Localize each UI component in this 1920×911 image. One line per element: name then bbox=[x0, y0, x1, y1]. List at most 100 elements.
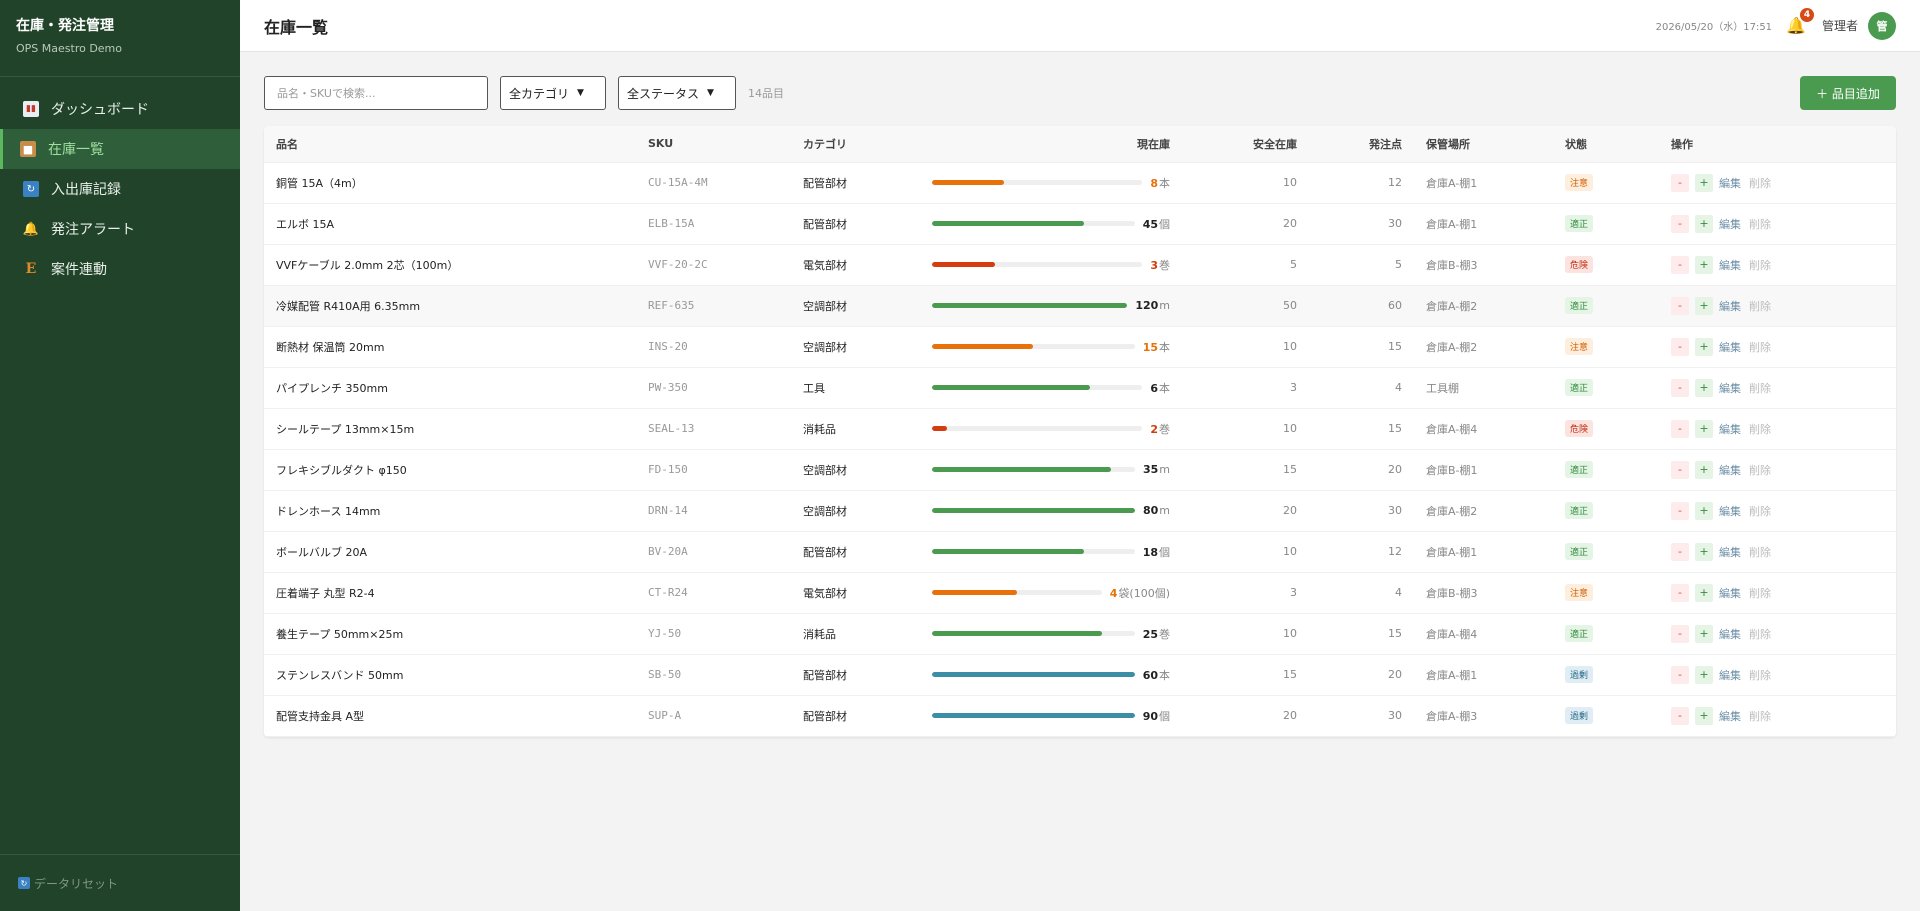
delete-button[interactable]: 削除 bbox=[1749, 216, 1771, 232]
edit-button[interactable]: 編集 bbox=[1719, 667, 1741, 683]
table-row[interactable]: シールテープ 13mm×15m SEAL-13 消耗品 2巻 10 15 倉庫A-棚4 危険 -… bbox=[264, 408, 1896, 450]
delete-button[interactable]: 削除 bbox=[1749, 339, 1771, 355]
decrease-stock-button[interactable]: - bbox=[1671, 460, 1689, 479]
delete-button[interactable]: 削除 bbox=[1749, 503, 1771, 519]
increase-stock-button[interactable]: + bbox=[1695, 214, 1713, 233]
col-header-name[interactable]: 品名 bbox=[264, 126, 636, 163]
sidebar-item-dashboard[interactable]: ▮▮ ダッシュボード bbox=[0, 89, 240, 129]
item-status: 過剰 bbox=[1553, 654, 1659, 696]
col-header-location[interactable]: 保管場所 bbox=[1414, 126, 1553, 163]
notification-button[interactable]: 🔔 4 bbox=[1786, 8, 1814, 35]
item-stock: 90個 bbox=[920, 695, 1182, 737]
sidebar-item-stock-log[interactable]: ↻ 入出庫記録 bbox=[0, 169, 240, 209]
item-stock: 15本 bbox=[920, 326, 1182, 368]
increase-stock-button[interactable]: + bbox=[1695, 583, 1713, 602]
category-select[interactable]: 全カテゴリ ▼ bbox=[500, 76, 606, 110]
table-row[interactable]: 配管支持金具 A型 SUP-A 配管部材 90個 20 30 倉庫A-棚3 過剰 - + 編集 削除 bbox=[264, 695, 1896, 737]
edit-button[interactable]: 編集 bbox=[1719, 503, 1741, 519]
edit-button[interactable]: 編集 bbox=[1719, 216, 1741, 232]
status-select[interactable]: 全ステータス ▼ bbox=[618, 76, 736, 110]
col-header-safety[interactable]: 安全在庫 bbox=[1182, 126, 1309, 163]
increase-stock-button[interactable]: + bbox=[1695, 460, 1713, 479]
decrease-stock-button[interactable]: - bbox=[1671, 378, 1689, 397]
item-stock: 8本 bbox=[920, 162, 1182, 204]
edit-button[interactable]: 編集 bbox=[1719, 257, 1741, 273]
delete-button[interactable]: 削除 bbox=[1749, 462, 1771, 478]
table-row[interactable]: 断熱材 保温筒 20mm INS-20 空調部材 15本 10 15 倉庫A-棚2 注意 - + 編… bbox=[264, 326, 1896, 368]
edit-button[interactable]: 編集 bbox=[1719, 175, 1741, 191]
decrease-stock-button[interactable]: - bbox=[1671, 501, 1689, 520]
sidebar-item-order-alert[interactable]: 🔔 発注アラート bbox=[0, 209, 240, 249]
increase-stock-button[interactable]: + bbox=[1695, 337, 1713, 356]
add-item-button[interactable]: ＋ 品目追加 bbox=[1800, 76, 1896, 110]
edit-button[interactable]: 編集 bbox=[1719, 380, 1741, 396]
increase-stock-button[interactable]: + bbox=[1695, 706, 1713, 725]
table-row[interactable]: VVFケーブル 2.0mm 2芯（100m） VVF-20-2C 電気部材 3巻 5 5 倉… bbox=[264, 244, 1896, 286]
col-header-stock[interactable]: 現在庫 bbox=[920, 126, 1182, 163]
increase-stock-button[interactable]: + bbox=[1695, 624, 1713, 643]
delete-button[interactable]: 削除 bbox=[1749, 298, 1771, 314]
col-header-sku[interactable]: SKU bbox=[636, 126, 791, 163]
sidebar-item-label: ダッシュボード bbox=[51, 102, 149, 118]
increase-stock-button[interactable]: + bbox=[1695, 173, 1713, 192]
delete-button[interactable]: 削除 bbox=[1749, 421, 1771, 437]
col-header-status[interactable]: 状態 bbox=[1553, 126, 1659, 163]
increase-stock-button[interactable]: + bbox=[1695, 542, 1713, 561]
item-reorder-point: 30 bbox=[1309, 695, 1414, 737]
edit-button[interactable]: 編集 bbox=[1719, 708, 1741, 724]
delete-button[interactable]: 削除 bbox=[1749, 667, 1771, 683]
table-row[interactable]: ステンレスバンド 50mm SB-50 配管部材 60本 15 20 倉庫A-棚1 過剰 - + 編… bbox=[264, 654, 1896, 696]
edit-button[interactable]: 編集 bbox=[1719, 339, 1741, 355]
delete-button[interactable]: 削除 bbox=[1749, 626, 1771, 642]
decrease-stock-button[interactable]: - bbox=[1671, 665, 1689, 684]
increase-stock-button[interactable]: + bbox=[1695, 296, 1713, 315]
decrease-stock-button[interactable]: - bbox=[1671, 173, 1689, 192]
col-header-reorder[interactable]: 発注点 bbox=[1309, 126, 1414, 163]
edit-button[interactable]: 編集 bbox=[1719, 462, 1741, 478]
increase-stock-button[interactable]: + bbox=[1695, 665, 1713, 684]
item-reorder-point: 4 bbox=[1309, 367, 1414, 409]
avatar[interactable]: 管 bbox=[1868, 11, 1896, 40]
delete-button[interactable]: 削除 bbox=[1749, 257, 1771, 273]
table-row[interactable]: 冷媒配管 R410A用 6.35mm REF-635 空調部材 120m 50 60 倉庫A… bbox=[264, 285, 1896, 327]
increase-stock-button[interactable]: + bbox=[1695, 378, 1713, 397]
delete-button[interactable]: 削除 bbox=[1749, 544, 1771, 560]
edit-button[interactable]: 編集 bbox=[1719, 544, 1741, 560]
decrease-stock-button[interactable]: - bbox=[1671, 296, 1689, 315]
table-row[interactable]: ボールバルブ 20A BV-20A 配管部材 18個 10 12 倉庫A-棚1 適正 - + 編集削… bbox=[264, 531, 1896, 573]
delete-button[interactable]: 削除 bbox=[1749, 585, 1771, 601]
delete-button[interactable]: 削除 bbox=[1749, 380, 1771, 396]
table-row[interactable]: フレキシブルダクト φ150 FD-150 空調部材 35m 15 20 倉庫B-棚1 適正 -… bbox=[264, 449, 1896, 491]
col-header-category[interactable]: カテゴリ bbox=[791, 126, 920, 163]
sidebar-item-project-link[interactable]: E 案件連動 bbox=[0, 249, 240, 289]
table-row[interactable]: エルボ 15A ELB-15A 配管部材 45個 20 30 倉庫A-棚1 適正 - + 編集 削除 bbox=[264, 203, 1896, 245]
increase-stock-button[interactable]: + bbox=[1695, 501, 1713, 520]
decrease-stock-button[interactable]: - bbox=[1671, 706, 1689, 725]
table-row[interactable]: 銅管 15A（4m） CU-15A-4M 配管部材 8本 10 12 倉庫A-棚1 注意 - + 編… bbox=[264, 162, 1896, 204]
table-row[interactable]: 養生テープ 50mm×25m YJ-50 消耗品 25巻 10 15 倉庫A-棚4 適正 - + 編… bbox=[264, 613, 1896, 655]
edit-button[interactable]: 編集 bbox=[1719, 585, 1741, 601]
search-input[interactable] bbox=[264, 76, 488, 110]
decrease-stock-button[interactable]: - bbox=[1671, 214, 1689, 233]
increase-stock-button[interactable]: + bbox=[1695, 255, 1713, 274]
delete-button[interactable]: 削除 bbox=[1749, 708, 1771, 724]
delete-button[interactable]: 削除 bbox=[1749, 175, 1771, 191]
item-category: 配管部材 bbox=[791, 654, 920, 696]
decrease-stock-button[interactable]: - bbox=[1671, 419, 1689, 438]
table-row[interactable]: 圧着端子 丸型 R2-4 CT-R24 電気部材 4袋(100個) 3 4 倉庫B-棚3 注意… bbox=[264, 572, 1896, 614]
decrease-stock-button[interactable]: - bbox=[1671, 624, 1689, 643]
data-reset-button[interactable]: ↻ データリセット bbox=[0, 854, 240, 911]
table-row[interactable]: ドレンホース 14mm DRN-14 空調部材 80m 20 30 倉庫A-棚2 適正 - + 編集… bbox=[264, 490, 1896, 532]
edit-button[interactable]: 編集 bbox=[1719, 298, 1741, 314]
decrease-stock-button[interactable]: - bbox=[1671, 583, 1689, 602]
decrease-stock-button[interactable]: - bbox=[1671, 337, 1689, 356]
increase-stock-button[interactable]: + bbox=[1695, 419, 1713, 438]
stock-number: 4 bbox=[1109, 586, 1118, 600]
decrease-stock-button[interactable]: - bbox=[1671, 542, 1689, 561]
sidebar-item-inventory[interactable]: ■ 在庫一覧 bbox=[0, 129, 240, 169]
table-row[interactable]: パイプレンチ 350mm PW-350 工具 6本 3 4 工具棚 適正 - + 編集 削除 bbox=[264, 367, 1896, 409]
edit-button[interactable]: 編集 bbox=[1719, 626, 1741, 642]
decrease-stock-button[interactable]: - bbox=[1671, 255, 1689, 274]
edit-button[interactable]: 編集 bbox=[1719, 421, 1741, 437]
item-sku: PW-350 bbox=[636, 367, 791, 409]
